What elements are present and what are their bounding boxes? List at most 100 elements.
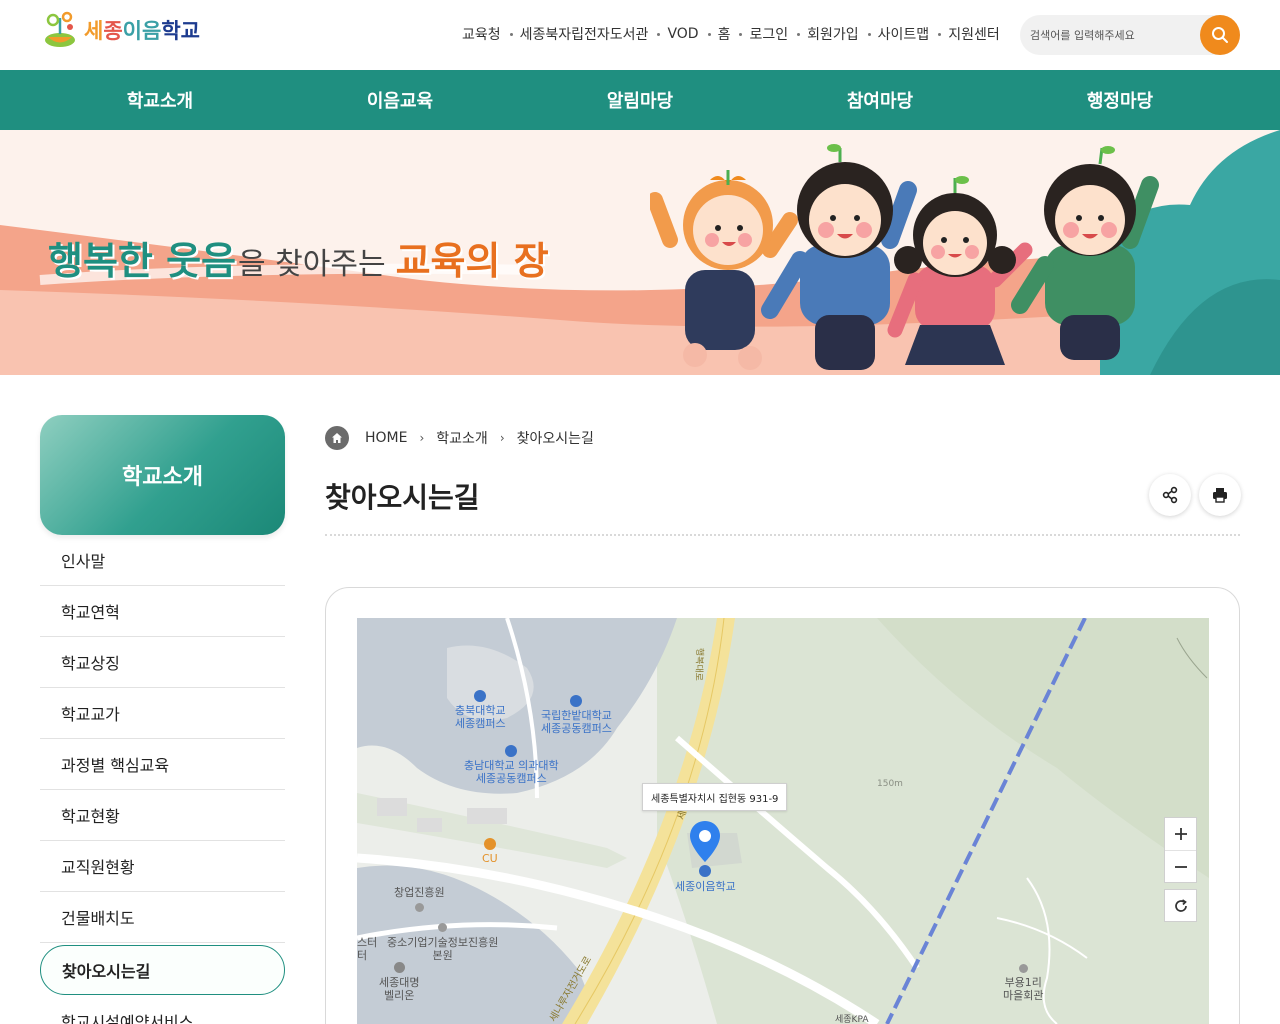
logo-text: 세종이음학교 bbox=[84, 19, 200, 43]
jumping-kids-illustration bbox=[650, 144, 1159, 370]
slogan-happy-smile: 행복한 웃음 bbox=[48, 239, 237, 283]
util-link-vod[interactable]: VOD bbox=[667, 26, 698, 42]
map-zoom-control bbox=[1164, 817, 1197, 883]
separator-dot bbox=[509, 32, 513, 36]
breadcrumb-home-button[interactable] bbox=[325, 426, 349, 450]
map-poi-buyong[interactable]: 부용1리 마을회관 bbox=[1003, 964, 1043, 1002]
share-icon bbox=[1162, 486, 1178, 504]
utility-nav: 교육청 세종북자립전자도서관 VOD 홈 로그인 회원가입 사이트맵 지원센터 bbox=[462, 24, 1000, 44]
university-icon bbox=[505, 745, 518, 757]
map-marker-icon[interactable] bbox=[689, 820, 721, 864]
location-map[interactable]: 충북대학교 세종캠퍼스 국립한밭대학교 세종공동캠퍼스 충남대학교 의과대학 세… bbox=[357, 618, 1209, 1024]
map-poi-chungbuk[interactable]: 충북대학교 세종캠퍼스 bbox=[455, 690, 506, 730]
map-poi-center-label: 스터 터 bbox=[357, 936, 378, 962]
map-road-label-main: 행복대로 bbox=[692, 647, 705, 682]
home-icon bbox=[332, 433, 342, 443]
separator-dot bbox=[657, 32, 661, 36]
sidebar-menu: 인사말 학교연혁 학교상징 학교교가 과정별 핵심교육 학교현황 교직원현황 건… bbox=[40, 535, 285, 1024]
poi-dot-icon bbox=[414, 903, 424, 912]
map-poi-chungnam-label: 충남대학교 의과대학 세종공동캠퍼스 bbox=[464, 759, 559, 785]
map-poi-kpa: 세종KPA bbox=[835, 1015, 869, 1024]
zoom-in-button[interactable] bbox=[1165, 818, 1196, 850]
school-icon bbox=[699, 865, 712, 877]
util-link-office[interactable]: 교육청 bbox=[462, 24, 501, 44]
map-poi-daemyung[interactable]: 세종대명 벨리온 bbox=[379, 962, 419, 1002]
main-nav: 학교소개 이음교육 알림마당 참여마당 행정마당 bbox=[0, 70, 1280, 130]
map-tiles bbox=[357, 618, 1209, 1024]
print-button[interactable] bbox=[1199, 474, 1241, 516]
map-poi-hanbat[interactable]: 국립한밭대학교 세종공동캠퍼스 bbox=[541, 695, 612, 735]
convenience-store-icon bbox=[483, 838, 496, 850]
search-input[interactable] bbox=[1030, 25, 1195, 45]
chevron-right-icon: › bbox=[499, 431, 505, 445]
sidebar-item-staff-status[interactable]: 교직원현황 bbox=[40, 841, 285, 892]
breadcrumb-level1[interactable]: 학교소개 bbox=[436, 428, 488, 448]
chevron-right-icon: › bbox=[419, 431, 425, 445]
separator-dot bbox=[867, 32, 871, 36]
separator-dot bbox=[707, 32, 711, 36]
sidebar-item-directions[interactable]: 찾아오시는길 bbox=[40, 945, 285, 995]
nav-item-administration[interactable]: 행정마당 bbox=[1000, 70, 1240, 130]
title-divider bbox=[325, 534, 1240, 536]
minus-icon bbox=[1174, 865, 1187, 868]
map-poi-center[interactable]: 스터 터 bbox=[357, 936, 377, 962]
map-address-tooltip: 세종특별자치시 집현동 931-9 bbox=[642, 783, 788, 811]
search-icon bbox=[1212, 27, 1228, 43]
map-poi-daemyung-label: 세종대명 벨리온 bbox=[379, 976, 420, 1002]
slogan-place-of-education: 교육의 장 bbox=[395, 239, 549, 283]
breadcrumb-level2[interactable]: 찾아오시는길 bbox=[517, 428, 594, 448]
map-school-label-text: 세종이음학교 bbox=[675, 880, 736, 893]
map-poi-cu-label: CU bbox=[482, 852, 498, 865]
map-poi-hanbat-label: 국립한밭대학교 세종공동캠퍼스 bbox=[541, 709, 612, 735]
refresh-icon bbox=[1174, 898, 1187, 912]
apartment-icon bbox=[393, 962, 405, 973]
sidebar-item-building-layout[interactable]: 건물배치도 bbox=[40, 892, 285, 943]
separator-dot bbox=[739, 32, 743, 36]
poi-dot-icon bbox=[1018, 964, 1028, 973]
sidebar-title: 학교소개 bbox=[40, 415, 285, 535]
map-school-label: 세종이음학교 bbox=[675, 865, 736, 893]
nav-item-participation[interactable]: 참여마당 bbox=[760, 70, 1000, 130]
print-icon bbox=[1213, 488, 1227, 503]
breadcrumb-home[interactable]: HOME bbox=[365, 430, 407, 446]
university-icon bbox=[570, 695, 583, 707]
nav-item-school-intro[interactable]: 학교소개 bbox=[40, 70, 280, 130]
banner-slogan: 행복한 웃음 을 찾아주는 교육의 장 bbox=[48, 230, 549, 285]
logo-sprout-icon bbox=[45, 11, 75, 47]
util-link-support[interactable]: 지원센터 bbox=[948, 24, 1000, 44]
nav-item-ieum-education[interactable]: 이음교육 bbox=[280, 70, 520, 130]
hero-banner: 행복한 웃음 을 찾아주는 교육의 장 bbox=[0, 130, 1280, 375]
map-poi-changup[interactable]: 창업진흥원 bbox=[394, 886, 445, 912]
util-link-home[interactable]: 홈 bbox=[718, 24, 731, 44]
plus-icon bbox=[1174, 828, 1187, 840]
sidebar-item-school-status[interactable]: 학교현황 bbox=[40, 790, 285, 841]
top-header: 세종이음학교 교육청 세종북자립전자도서관 VOD 홈 로그인 회원가입 사이트… bbox=[0, 0, 1280, 70]
map-reset-button[interactable] bbox=[1164, 889, 1197, 922]
util-link-sitemap[interactable]: 사이트맵 bbox=[878, 24, 930, 44]
map-poi-buyong-label: 부용1리 마을회관 bbox=[1003, 976, 1044, 1002]
util-link-login[interactable]: 로그인 bbox=[749, 24, 788, 44]
map-poi-chungbuk-label: 충북대학교 세종캠퍼스 bbox=[455, 704, 506, 730]
sidebar-item-facility-reservation[interactable]: 학교시설예약서비스 bbox=[40, 995, 285, 1024]
map-poi-smba[interactable]: 중소기업기술정보진흥원 본원 bbox=[387, 923, 498, 962]
separator-dot bbox=[797, 32, 801, 36]
sidebar-item-symbol[interactable]: 학교상징 bbox=[40, 637, 285, 688]
sidebar-item-greeting[interactable]: 인사말 bbox=[40, 535, 285, 586]
search-button[interactable] bbox=[1200, 15, 1240, 55]
school-logo[interactable]: 세종이음학교 bbox=[40, 10, 200, 50]
nav-item-notice[interactable]: 알림마당 bbox=[520, 70, 760, 130]
zoom-out-button[interactable] bbox=[1165, 850, 1196, 882]
map-poi-changup-label: 창업진흥원 bbox=[394, 886, 445, 899]
search-box bbox=[1020, 15, 1240, 55]
separator-dot bbox=[938, 32, 942, 36]
util-link-signup[interactable]: 회원가입 bbox=[807, 24, 859, 44]
university-icon bbox=[474, 690, 487, 702]
map-poi-chungnam[interactable]: 충남대학교 의과대학 세종공동캠퍼스 bbox=[464, 745, 559, 785]
util-link-library[interactable]: 세종북자립전자도서관 bbox=[520, 24, 649, 44]
sidebar-item-core-education[interactable]: 과정별 핵심교육 bbox=[40, 739, 285, 790]
sidebar-item-history[interactable]: 학교연혁 bbox=[40, 586, 285, 637]
share-button[interactable] bbox=[1149, 474, 1191, 516]
sidebar-item-school-song[interactable]: 학교교가 bbox=[40, 688, 285, 739]
map-poi-cu[interactable]: CU bbox=[482, 838, 498, 865]
map-elevation-label: 150m bbox=[877, 779, 903, 789]
